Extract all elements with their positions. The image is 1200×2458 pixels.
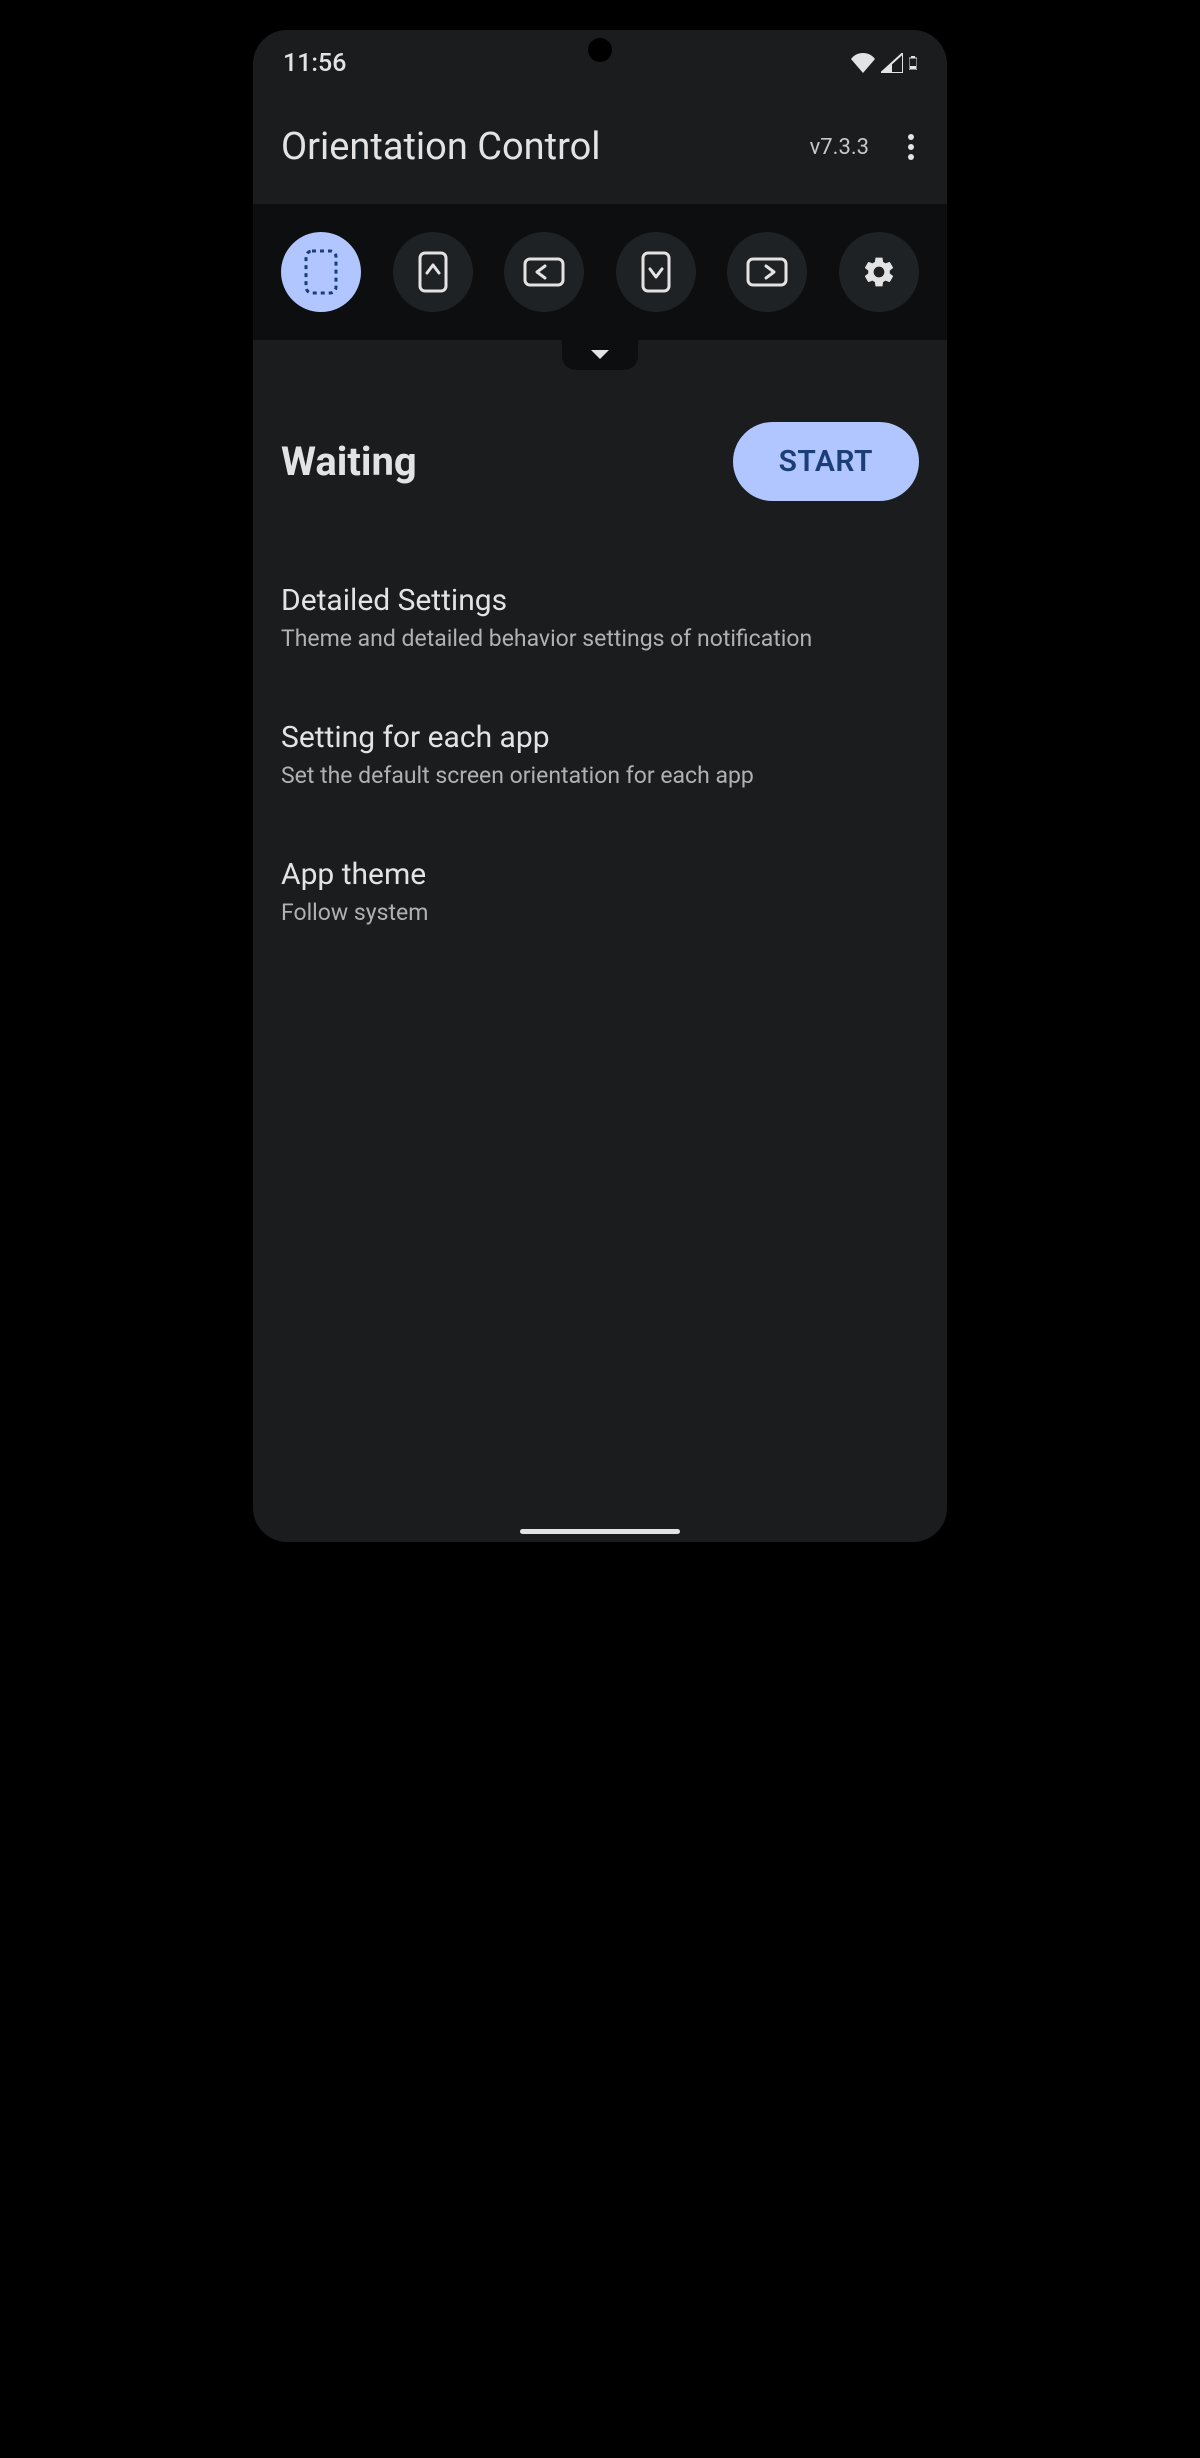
setting-subtitle: Set the default screen orientation for e…: [281, 761, 919, 791]
auto-rotate-icon: [304, 249, 338, 295]
expand-tab: [253, 340, 947, 370]
status-icons: [851, 53, 917, 73]
setting-detailed[interactable]: Detailed Settings Theme and detailed beh…: [281, 561, 919, 676]
orientation-bar: [253, 204, 947, 340]
portrait-up-icon: [418, 251, 448, 293]
expand-handle[interactable]: [562, 340, 638, 370]
phone-frame: 11:56 Orientation Control v7.3.3: [217, 0, 983, 1578]
screen: 11:56 Orientation Control v7.3.3: [253, 30, 947, 1542]
wifi-icon: [851, 53, 875, 73]
portrait-down-icon: [641, 251, 671, 293]
orientation-landscape-right-button[interactable]: [727, 232, 807, 312]
app-bar: Orientation Control v7.3.3: [253, 90, 947, 204]
setting-title: App theme: [281, 857, 919, 892]
status-label: Waiting: [281, 438, 417, 485]
landscape-left-icon: [523, 257, 565, 287]
setting-app-theme[interactable]: App theme Follow system: [281, 835, 919, 950]
content: Waiting START Detailed Settings Theme an…: [253, 370, 947, 1542]
nav-indicator[interactable]: [520, 1529, 680, 1534]
setting-per-app[interactable]: Setting for each app Set the default scr…: [281, 698, 919, 813]
more-vert-icon: [908, 134, 914, 160]
setting-title: Setting for each app: [281, 720, 919, 755]
orientation-auto-button[interactable]: [281, 232, 361, 312]
chevron-down-icon: [591, 350, 609, 360]
orientation-landscape-left-button[interactable]: [504, 232, 584, 312]
app-title: Orientation Control: [281, 125, 810, 169]
setting-subtitle: Follow system: [281, 898, 919, 928]
setting-subtitle: Theme and detailed behavior settings of …: [281, 624, 919, 654]
battery-icon: [909, 56, 917, 70]
more-menu-button[interactable]: [887, 123, 935, 171]
status-time: 11:56: [283, 49, 346, 78]
orientation-portrait-down-button[interactable]: [616, 232, 696, 312]
signal-icon: [881, 53, 903, 73]
camera-cutout: [588, 38, 612, 62]
setting-title: Detailed Settings: [281, 583, 919, 618]
app-version: v7.3.3: [810, 135, 869, 160]
start-button[interactable]: START: [733, 422, 919, 501]
orientation-settings-button[interactable]: [839, 232, 919, 312]
status-row: Waiting START: [281, 422, 919, 501]
gear-icon: [861, 254, 897, 290]
orientation-portrait-up-button[interactable]: [393, 232, 473, 312]
landscape-right-icon: [746, 257, 788, 287]
